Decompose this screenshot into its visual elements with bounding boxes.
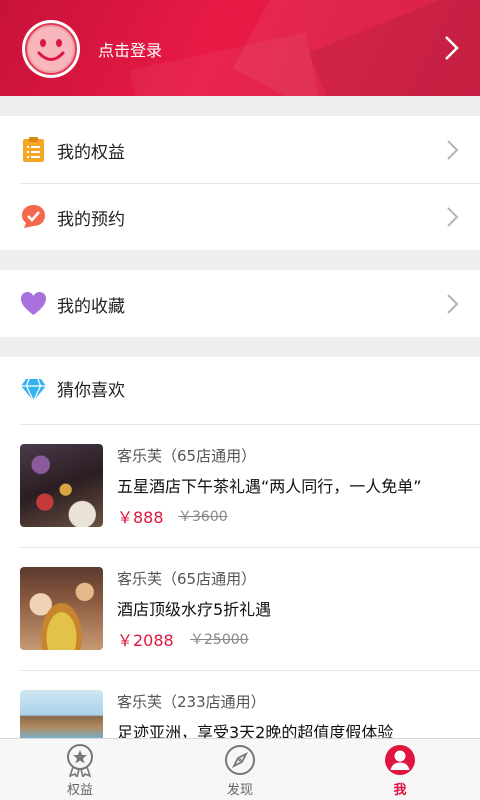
medal-icon xyxy=(67,744,93,777)
bottom-tab-bar: 权益 发现 我 xyxy=(0,738,480,800)
tab-me[interactable]: 我 xyxy=(360,739,440,800)
recommendations-section: 猜你喜欢 客乐芙（65店通用） 五星酒店下午茶礼遇“两人同行，一人免单” ￥88… xyxy=(0,357,480,738)
section-title: 猜你喜欢 xyxy=(57,381,125,401)
heart-icon xyxy=(21,292,46,315)
menu-item-reservations[interactable]: 我的预约 xyxy=(0,183,480,250)
merchant-name: 客乐芙（65店通用） xyxy=(117,570,257,588)
tab-discover[interactable]: 发现 xyxy=(200,739,280,800)
tab-label: 我 xyxy=(393,783,407,798)
chat-check-icon xyxy=(22,205,45,228)
list-item[interactable]: 客乐芙（233店通用） 足迹亚洲，享受3天2晚的超值度假体验 xyxy=(0,671,480,738)
tab-benefits[interactable]: 权益 xyxy=(40,739,120,800)
tab-label: 发现 xyxy=(226,783,253,798)
menu-item-label: 我的收藏 xyxy=(57,297,125,317)
menu-item-label: 我的预约 xyxy=(57,210,125,230)
list-item[interactable]: 客乐芙（65店通用） 五星酒店下午茶礼遇“两人同行，一人免单” ￥888 ￥36… xyxy=(0,425,480,548)
avatar[interactable] xyxy=(22,20,80,78)
menu-item-benefits[interactable]: 我的权益 xyxy=(0,116,480,183)
product-image xyxy=(20,690,103,738)
product-image xyxy=(20,444,103,527)
smiley-icon xyxy=(25,23,77,75)
product-price: ￥2088 xyxy=(117,631,174,650)
menu-group: 我的收藏 xyxy=(0,270,480,337)
menu-group: 我的权益 我的预约 xyxy=(0,116,480,250)
product-price: ￥888 xyxy=(117,508,164,527)
list-item[interactable]: 客乐芙（65店通用） 酒店顶级水疗5折礼遇 ￥2088 ￥25000 xyxy=(0,548,480,671)
product-image xyxy=(20,567,103,650)
diamond-icon xyxy=(21,378,46,402)
chevron-right-icon xyxy=(447,294,459,314)
menu-item-label: 我的权益 xyxy=(57,143,125,163)
chevron-right-icon xyxy=(447,207,459,227)
compass-icon xyxy=(225,745,255,775)
menu-item-favorites[interactable]: 我的收藏 xyxy=(0,270,480,337)
login-link[interactable]: 点击登录 xyxy=(98,37,162,61)
merchant-name: 客乐芙（233店通用） xyxy=(117,693,266,711)
original-price: ￥25000 xyxy=(190,632,249,648)
profile-header[interactable]: 点击登录 xyxy=(0,0,480,96)
clipboard-icon xyxy=(23,137,44,162)
tab-label: 权益 xyxy=(66,783,93,798)
product-title: 酒店顶级水疗5折礼遇 xyxy=(117,600,272,619)
merchant-name: 客乐芙（65店通用） xyxy=(117,447,257,465)
original-price: ￥3600 xyxy=(178,509,228,525)
product-title: 五星酒店下午茶礼遇“两人同行，一人免单” xyxy=(117,477,422,496)
chevron-right-icon[interactable] xyxy=(442,34,462,62)
product-title: 足迹亚洲，享受3天2晚的超值度假体验 xyxy=(117,723,394,738)
profile-icon xyxy=(385,745,415,775)
chevron-right-icon xyxy=(447,140,459,160)
